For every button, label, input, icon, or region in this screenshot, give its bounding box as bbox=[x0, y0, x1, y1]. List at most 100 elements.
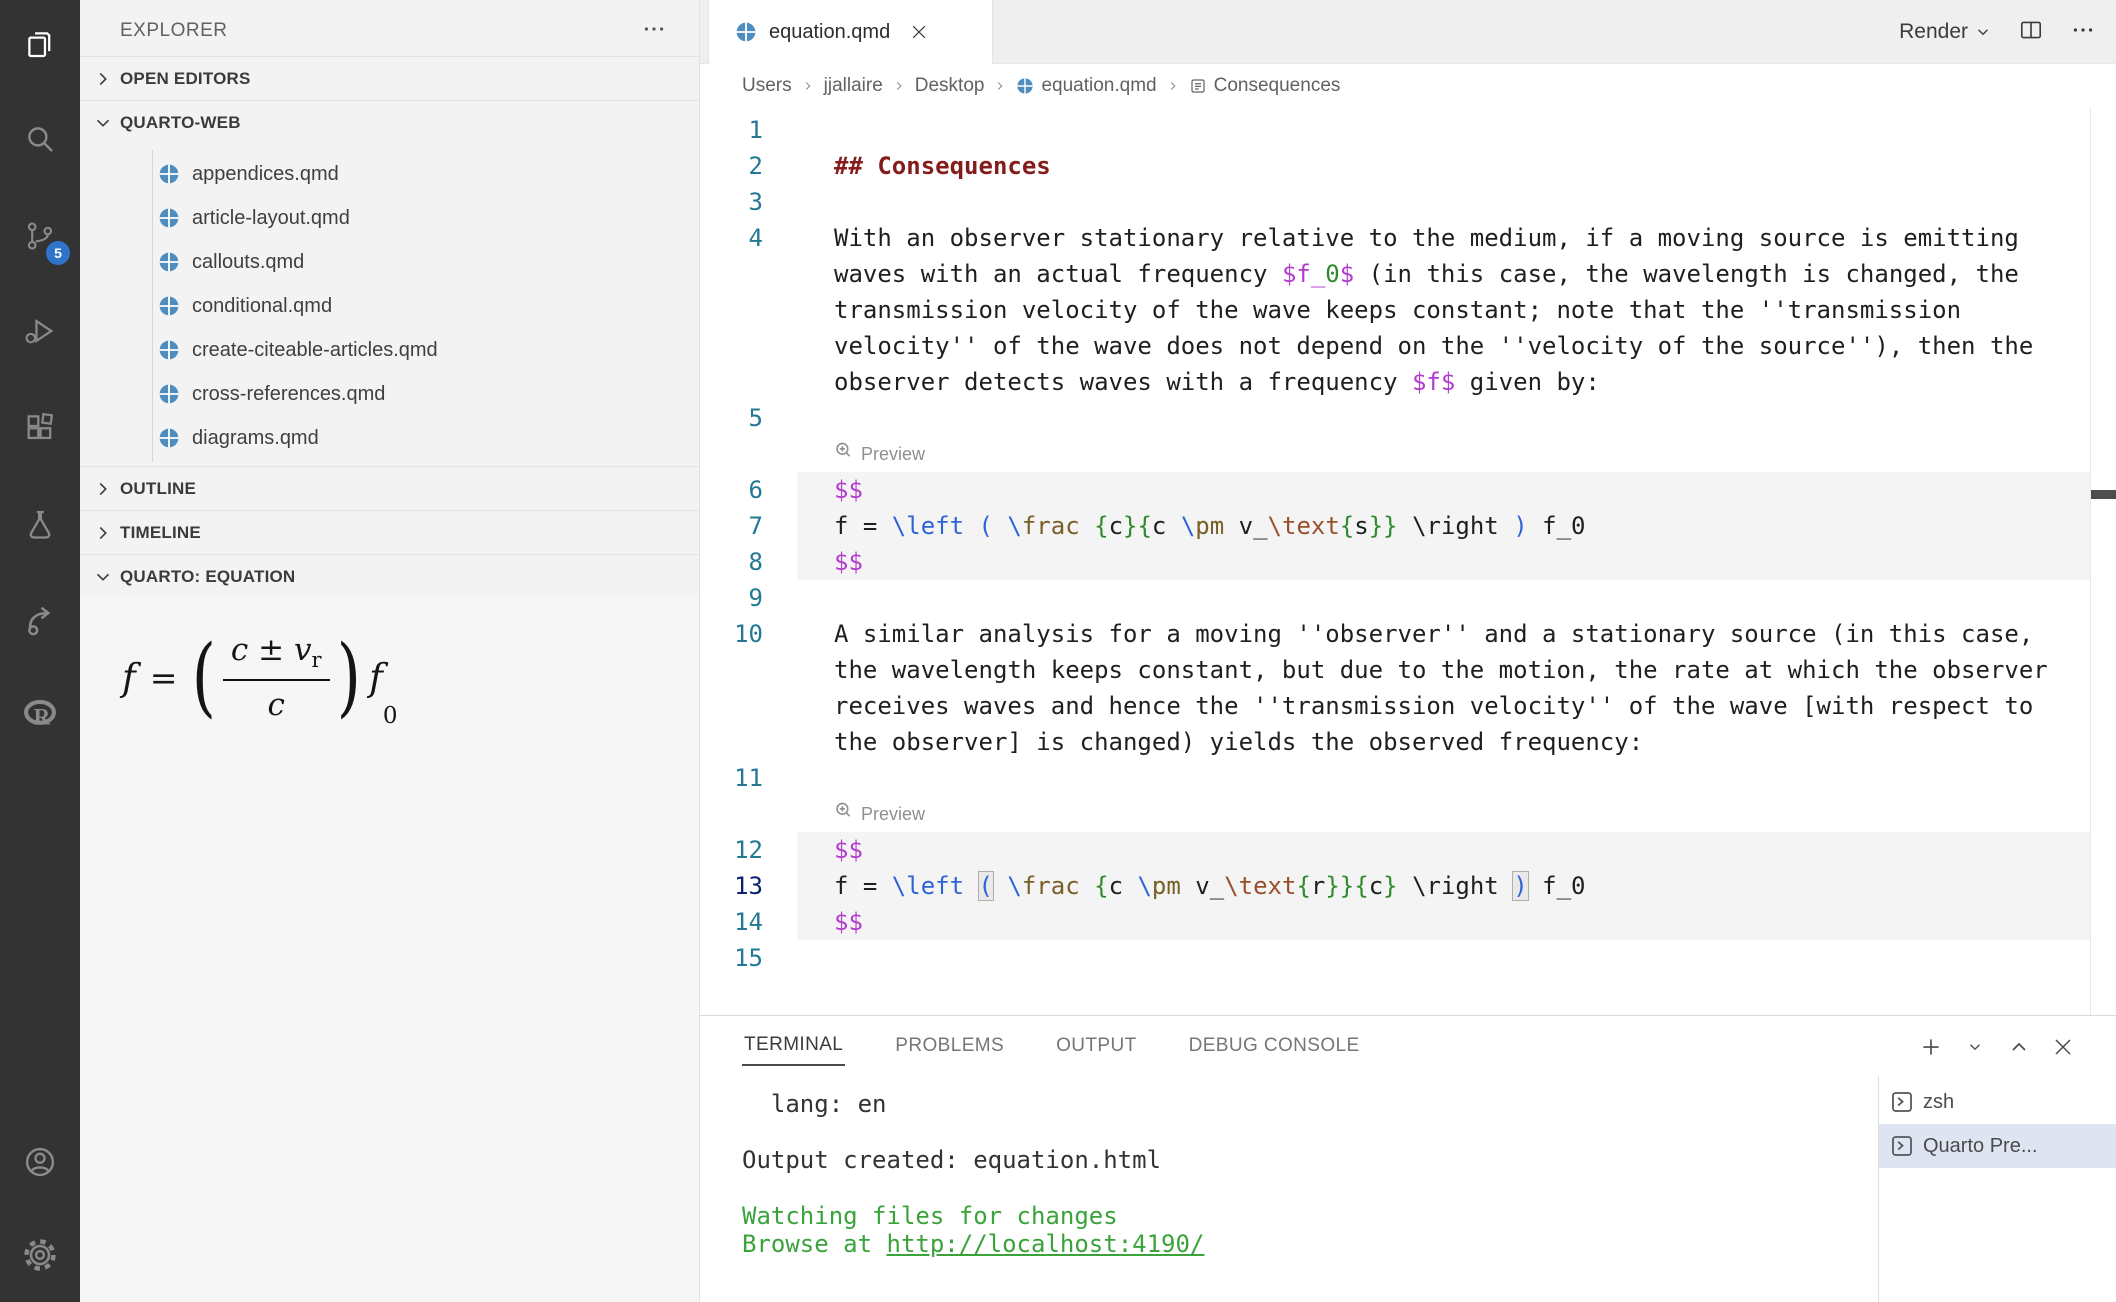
quarto-file-icon bbox=[158, 383, 180, 405]
quarto-file-icon bbox=[158, 339, 180, 361]
file-tree-item[interactable]: conditional.qmd bbox=[80, 284, 699, 328]
search-icon[interactable] bbox=[16, 115, 64, 163]
editor-line[interactable]: 12$$ bbox=[700, 832, 2116, 868]
section-outline[interactable]: OUTLINE bbox=[80, 466, 699, 510]
file-tree-item[interactable]: cross-references.qmd bbox=[80, 372, 699, 416]
editor-line[interactable]: 8$$ bbox=[700, 544, 2116, 580]
section-quarto-web[interactable]: QUARTO-WEB bbox=[80, 100, 699, 144]
terminal-icon bbox=[1891, 1091, 1913, 1113]
editor-line[interactable]: velocity'' of the wave does not depend o… bbox=[700, 328, 2116, 364]
tab-equation-qmd[interactable]: equation.qmd bbox=[708, 0, 993, 64]
editor-line[interactable]: 15 bbox=[700, 940, 2116, 976]
account-icon[interactable] bbox=[16, 1138, 64, 1186]
breadcrumb-item[interactable]: Consequences bbox=[1189, 75, 1341, 97]
line-number: 8 bbox=[700, 544, 797, 580]
editor-line[interactable]: 13f = \left ( \frac {c \pm v_\text{r}}{c… bbox=[700, 868, 2116, 904]
line-number bbox=[700, 724, 797, 760]
extensions-icon[interactable] bbox=[16, 404, 64, 452]
terminal-line bbox=[742, 1174, 1878, 1202]
breadcrumb-item[interactable]: equation.qmd bbox=[1016, 75, 1156, 97]
panel-tab-terminal[interactable]: TERMINAL bbox=[742, 1026, 845, 1066]
zoom-preview-icon bbox=[834, 796, 853, 832]
terminal-output[interactable]: lang: en Output created: equation.html W… bbox=[700, 1076, 1878, 1302]
close-panel-icon[interactable] bbox=[2046, 1030, 2080, 1064]
breadcrumb: Users jjallaire Desktop equation.qmd Consequ… bbox=[700, 64, 2116, 108]
line-number: 9 bbox=[700, 580, 797, 616]
code-editor[interactable]: 12## Consequences34With an observer stat… bbox=[700, 108, 2116, 1015]
line-number bbox=[700, 796, 797, 832]
editor-line[interactable]: 14$$ bbox=[700, 904, 2116, 940]
editor-line[interactable]: 9 bbox=[700, 580, 2116, 616]
symbol-section-icon bbox=[1189, 77, 1207, 95]
r-language-icon[interactable]: R bbox=[16, 690, 64, 738]
line-number bbox=[700, 328, 797, 364]
codelens-preview-link[interactable]: Preview bbox=[861, 436, 925, 472]
breadcrumb-item[interactable]: Desktop bbox=[915, 75, 985, 97]
settings-gear-icon[interactable] bbox=[16, 1231, 64, 1279]
file-tree-item[interactable]: article-layout.qmd bbox=[80, 196, 699, 240]
new-terminal-icon[interactable] bbox=[1914, 1030, 1948, 1064]
editor-more-actions-icon[interactable] bbox=[2070, 17, 2096, 48]
panel-tab-problems[interactable]: PROBLEMS bbox=[893, 1027, 1006, 1065]
share-icon[interactable] bbox=[16, 595, 64, 643]
editor-line[interactable]: transmission velocity of the wave keeps … bbox=[700, 292, 2116, 328]
section-open-editors[interactable]: OPEN EDITORS bbox=[80, 56, 699, 100]
equation-preview-panel: f = ( c ± vr c ) f 0 bbox=[80, 598, 699, 1302]
bottom-panel: TERMINAL PROBLEMS OUTPUT DEBUG CONSOLE lang… bbox=[700, 1015, 2116, 1302]
editor-line[interactable]: 10A similar analysis for a moving ''obse… bbox=[700, 616, 2116, 652]
editor-line[interactable]: the wavelength keeps constant, but due t… bbox=[700, 652, 2116, 688]
breadcrumb-item[interactable]: jjallaire bbox=[824, 75, 883, 97]
file-tree-item[interactable]: appendices.qmd bbox=[80, 152, 699, 196]
file-tree-item[interactable]: diagrams.qmd bbox=[80, 416, 699, 460]
panel-tab-output[interactable]: OUTPUT bbox=[1054, 1027, 1139, 1065]
file-tree-item[interactable]: callouts.qmd bbox=[80, 240, 699, 284]
quarto-file-icon bbox=[735, 21, 757, 43]
editor-line[interactable]: the observer] is changed) yields the obs… bbox=[700, 724, 2116, 760]
codelens-preview-link[interactable]: Preview bbox=[861, 796, 925, 832]
source-control-icon[interactable]: 5 bbox=[16, 212, 64, 260]
terminal-list-item[interactable]: Quarto Pre... bbox=[1879, 1124, 2116, 1168]
file-tree-item[interactable]: create-citeable-articles.qmd bbox=[80, 328, 699, 372]
breadcrumb-item[interactable]: Users bbox=[742, 75, 792, 97]
chevron-right-icon bbox=[92, 522, 114, 544]
editor-line[interactable]: 3 bbox=[700, 184, 2116, 220]
explorer-icon[interactable] bbox=[16, 20, 64, 68]
section-quarto-equation[interactable]: QUARTO: EQUATION bbox=[80, 554, 699, 598]
breadcrumb-separator-icon bbox=[1166, 79, 1180, 93]
overview-ruler[interactable] bbox=[2090, 108, 2116, 1015]
run-debug-icon[interactable] bbox=[16, 307, 64, 355]
breadcrumb-separator-icon bbox=[892, 79, 906, 93]
editor-line[interactable]: observer detects waves with a frequency … bbox=[700, 364, 2116, 400]
line-number: 6 bbox=[700, 472, 797, 508]
terminal-label: zsh bbox=[1923, 1091, 1954, 1114]
close-tab-icon[interactable] bbox=[906, 19, 932, 45]
line-number: 3 bbox=[700, 184, 797, 220]
line-number: 14 bbox=[700, 904, 797, 940]
editor-line[interactable]: 4With an observer stationary relative to… bbox=[700, 220, 2116, 256]
panel-tab-debug-console[interactable]: DEBUG CONSOLE bbox=[1187, 1027, 1362, 1065]
section-timeline[interactable]: TIMELINE bbox=[80, 510, 699, 554]
line-number bbox=[700, 652, 797, 688]
testing-flask-icon[interactable] bbox=[16, 500, 64, 548]
breadcrumb-separator-icon bbox=[801, 79, 815, 93]
editor-line[interactable]: 5 bbox=[700, 400, 2116, 436]
quarto-file-icon bbox=[158, 427, 180, 449]
terminal-list-item[interactable]: zsh bbox=[1879, 1080, 2116, 1124]
editor-line[interactable]: 2## Consequences bbox=[700, 148, 2116, 184]
explorer-more-actions-icon[interactable] bbox=[639, 16, 669, 42]
editor-line[interactable]: receives waves and hence the ''transmiss… bbox=[700, 688, 2116, 724]
editor-line[interactable]: 7f = \left ( \frac {c}{c \pm v_\text{s}}… bbox=[700, 508, 2116, 544]
terminal-dropdown-icon[interactable] bbox=[1958, 1030, 1992, 1064]
line-number bbox=[700, 256, 797, 292]
quarto-file-icon bbox=[158, 251, 180, 273]
terminal-link[interactable]: http://localhost:4190/ bbox=[887, 1230, 1205, 1258]
editor-line[interactable]: 6$$ bbox=[700, 472, 2116, 508]
chevron-down-icon bbox=[1974, 23, 1992, 41]
maximize-panel-icon[interactable] bbox=[2002, 1030, 2036, 1064]
render-button[interactable]: Render bbox=[1899, 20, 1992, 44]
split-editor-icon[interactable] bbox=[2018, 17, 2044, 48]
quarto-file-icon bbox=[158, 163, 180, 185]
editor-line[interactable]: waves with an actual frequency $f_0$ (in… bbox=[700, 256, 2116, 292]
editor-line[interactable]: 11 bbox=[700, 760, 2116, 796]
editor-line[interactable]: 1 bbox=[700, 112, 2116, 148]
